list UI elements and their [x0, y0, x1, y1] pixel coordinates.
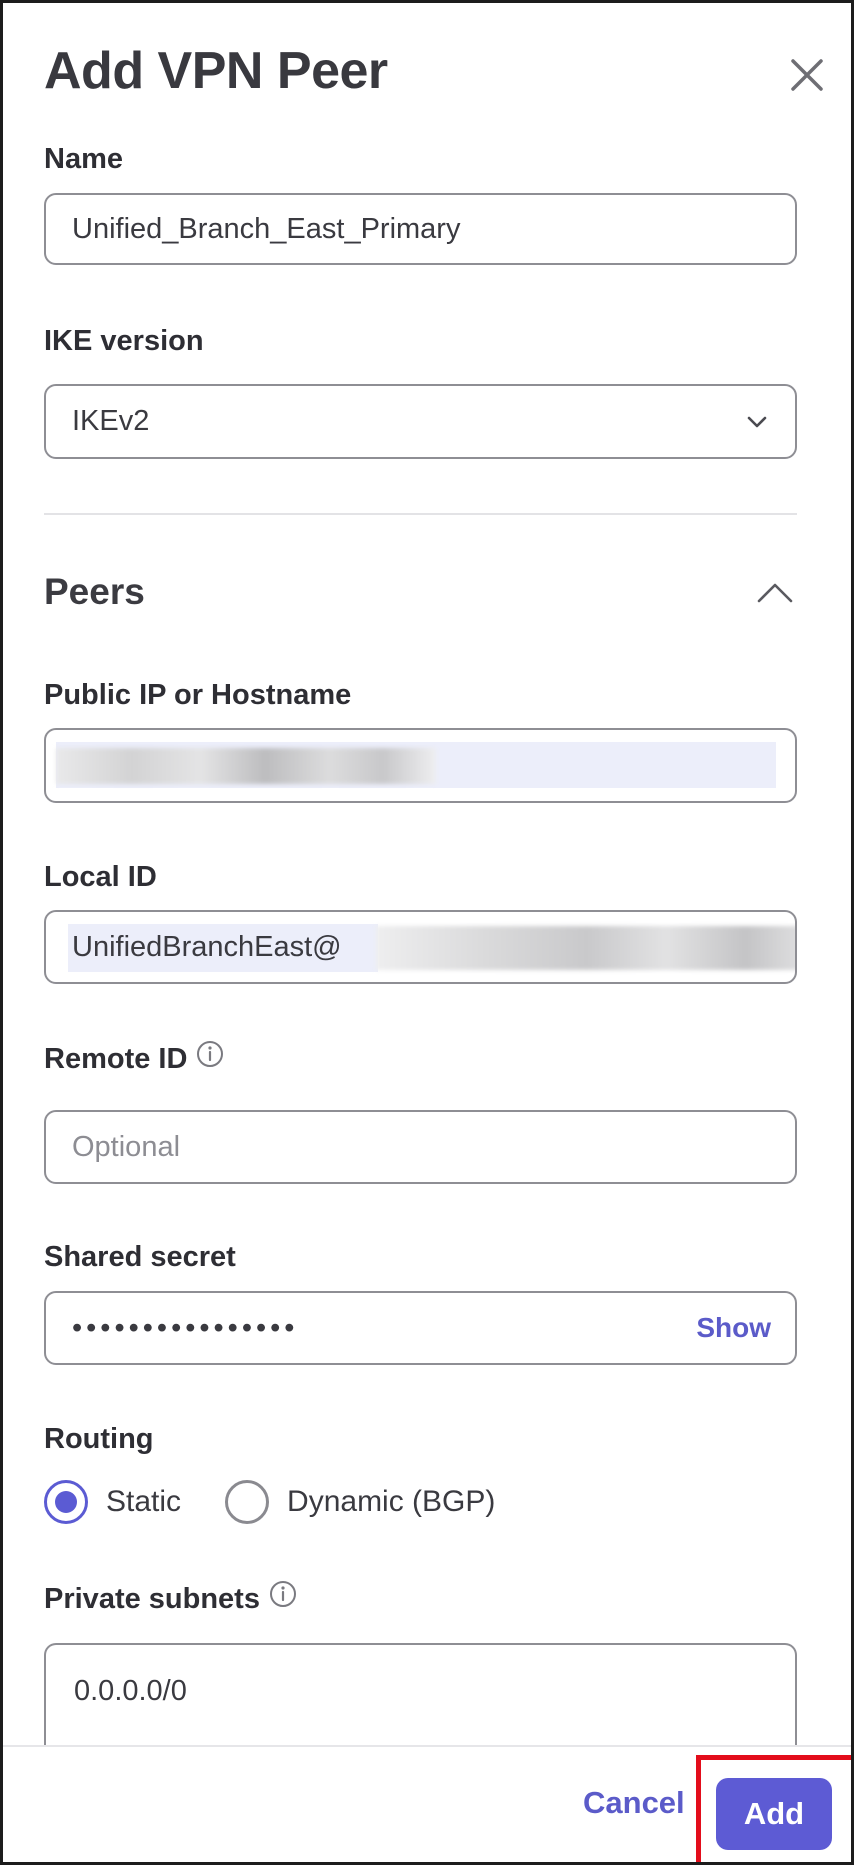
radio-checked-icon: [44, 1480, 88, 1524]
routing-dynamic-label: Dynamic (BGP): [287, 1485, 496, 1518]
ike-version-label: IKE version: [44, 325, 204, 357]
chevron-down-icon: [745, 410, 769, 439]
public-ip-label: Public IP or Hostname: [44, 679, 352, 711]
name-label: Name: [44, 143, 123, 175]
chevron-up-icon[interactable]: [755, 579, 795, 612]
radio-unchecked-icon: [225, 1480, 270, 1524]
shared-secret-label: Shared secret: [44, 1241, 236, 1273]
remote-id-label: Remote ID: [44, 1041, 225, 1077]
local-id-value: UnifiedBranchEast@: [72, 930, 342, 963]
private-subnets-label: Private subnets: [44, 1581, 298, 1617]
local-id-input[interactable]: UnifiedBranchEast@: [44, 910, 797, 984]
public-ip-input[interactable]: [44, 728, 797, 803]
routing-radio-group: Static Dynamic (BGP): [44, 1479, 539, 1525]
name-value: Unified_Branch_East_Primary: [72, 212, 461, 245]
ike-version-select[interactable]: IKEv2: [44, 384, 797, 459]
name-input[interactable]: Unified_Branch_East_Primary: [44, 193, 797, 265]
private-subnets-value: 0.0.0.0/0: [74, 1675, 187, 1707]
peers-section-title: Peers: [44, 571, 145, 612]
remote-id-input[interactable]: Optional: [44, 1110, 797, 1184]
shared-secret-value: ••••••••••••••••: [72, 1311, 299, 1344]
close-icon[interactable]: [785, 53, 829, 97]
remote-id-placeholder: Optional: [72, 1130, 181, 1163]
routing-static-radio[interactable]: Static: [44, 1480, 181, 1524]
redacted-domain: [376, 926, 795, 970]
info-icon[interactable]: [195, 1039, 225, 1077]
shared-secret-input[interactable]: •••••••••••••••• Show: [44, 1291, 797, 1365]
dialog-footer: Cancel Add: [3, 1745, 851, 1862]
dialog-title: Add VPN Peer: [44, 42, 388, 100]
info-icon[interactable]: [268, 1579, 298, 1617]
redacted-ip: [56, 742, 776, 788]
routing-label: Routing: [44, 1423, 154, 1455]
routing-static-label: Static: [106, 1485, 182, 1518]
vpn-peer-dialog: Add VPN Peer Name Unified_Branch_East_Pr…: [0, 0, 854, 1865]
local-id-label: Local ID: [44, 861, 157, 893]
routing-dynamic-radio[interactable]: Dynamic (BGP): [225, 1480, 495, 1524]
section-divider: [44, 513, 797, 515]
cancel-button[interactable]: Cancel: [583, 1785, 685, 1821]
show-secret-button[interactable]: Show: [696, 1293, 771, 1363]
ike-version-value: IKEv2: [72, 405, 150, 437]
add-button[interactable]: Add: [716, 1778, 832, 1850]
